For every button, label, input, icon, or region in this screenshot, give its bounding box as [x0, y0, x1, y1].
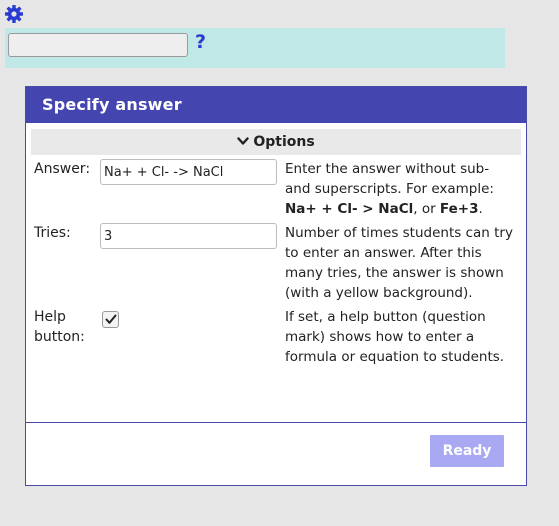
tries-label: Tries: [34, 225, 71, 241]
ready-button[interactable]: Ready [430, 435, 504, 467]
checkmark-icon [105, 314, 116, 324]
chevron-down-icon [237, 136, 250, 145]
tries-field[interactable] [100, 223, 277, 249]
answer-field[interactable] [100, 159, 277, 185]
answer-toolbar: ? [5, 28, 505, 68]
help-button-label: Help button: [34, 309, 85, 345]
specify-answer-dialog: Specify answer Options Answer: Enter the… [25, 86, 527, 486]
divider [26, 422, 526, 423]
help-question-button[interactable]: ? [195, 31, 206, 53]
gear-icon[interactable] [4, 4, 24, 24]
answer-input[interactable] [8, 33, 188, 57]
example-2: Fe+3 [439, 201, 479, 217]
dialog-title: Specify answer [26, 87, 526, 123]
options-label: Options [253, 134, 315, 150]
options-toggle[interactable]: Options [31, 129, 521, 155]
example-1: Na+ + Cl- > NaCl [285, 201, 414, 217]
tries-description: Number of times students can try to ente… [285, 225, 513, 301]
answer-label: Answer: [34, 161, 91, 177]
answer-description: Enter the answer without sub- and supers… [285, 161, 494, 217]
help-button-checkbox[interactable] [102, 311, 119, 328]
help-button-description: If set, a help button (question mark) sh… [285, 309, 505, 365]
